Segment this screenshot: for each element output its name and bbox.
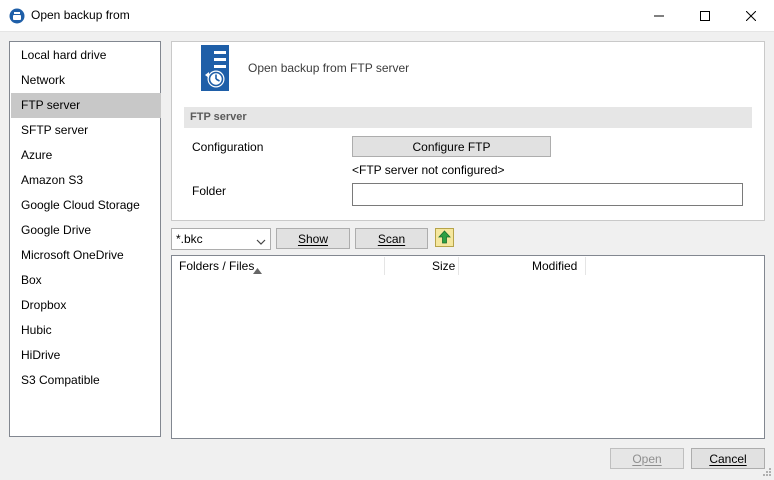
section-title: FTP server [190,111,247,123]
source-azure[interactable]: Azure [11,143,161,168]
source-local-hard-drive[interactable]: Local hard drive [11,43,161,68]
maximize-button[interactable] [682,0,728,31]
minimize-icon [654,11,664,21]
source-google-drive[interactable]: Google Drive [11,218,161,243]
column-divider [384,257,385,275]
chevron-down-icon[interactable] [256,235,266,249]
folder-label: Folder [192,184,227,198]
source-google-cloud-storage[interactable]: Google Cloud Storage [11,193,161,218]
source-sftp-server[interactable]: SFTP server [11,118,161,143]
scan-button[interactable]: Scan [355,228,428,249]
ftp-server-icon [199,45,231,94]
minimize-button[interactable] [636,0,682,31]
cancel-button-label: Cancel [709,451,747,466]
open-button[interactable]: Open [610,448,684,469]
column-modified[interactable]: Modified [532,259,577,273]
source-s3-compatible[interactable]: S3 Compatible [11,368,161,393]
source-network[interactable]: Network [11,68,161,93]
configure-ftp-button[interactable]: Configure FTP [352,136,551,157]
column-divider [458,257,459,275]
column-size[interactable]: Size [432,259,455,273]
section-header-bar [184,107,752,128]
configuration-label: Configuration [192,140,264,154]
source-list[interactable]: Local hard drive Network FTP server SFTP… [9,41,161,437]
open-button-label: Open [632,451,662,466]
close-button[interactable] [728,0,774,31]
folder-up-button[interactable] [435,228,454,247]
source-box[interactable]: Box [11,268,161,293]
source-dropbox[interactable]: Dropbox [11,293,161,318]
show-button-label: Show [297,231,329,246]
column-divider [585,257,586,275]
app-logo-icon [9,8,25,24]
extension-filter-value: *.bkc [176,232,203,246]
show-button[interactable]: Show [276,228,350,249]
scan-button-label: Scan [377,231,406,246]
sort-ascending-icon [253,263,262,277]
source-ftp-server[interactable]: FTP server [11,93,161,118]
panel-header: Open backup from FTP server [248,61,410,75]
close-icon [746,10,756,21]
folder-up-icon [436,230,453,249]
cancel-button[interactable]: Cancel [691,448,765,469]
source-amazon-s3[interactable]: Amazon S3 [11,168,161,193]
maximize-icon [700,10,710,21]
source-hubic[interactable]: Hubic [11,318,161,343]
window-title: Open backup from [31,8,130,22]
column-folders-files[interactable]: Folders / Files [179,259,254,273]
files-table[interactable] [171,255,765,439]
source-hidrive[interactable]: HiDrive [11,343,161,368]
source-microsoft-onedrive[interactable]: Microsoft OneDrive [11,243,161,268]
ftp-status-text: <FTP server not configured> [352,163,505,177]
folder-input[interactable] [352,183,743,206]
